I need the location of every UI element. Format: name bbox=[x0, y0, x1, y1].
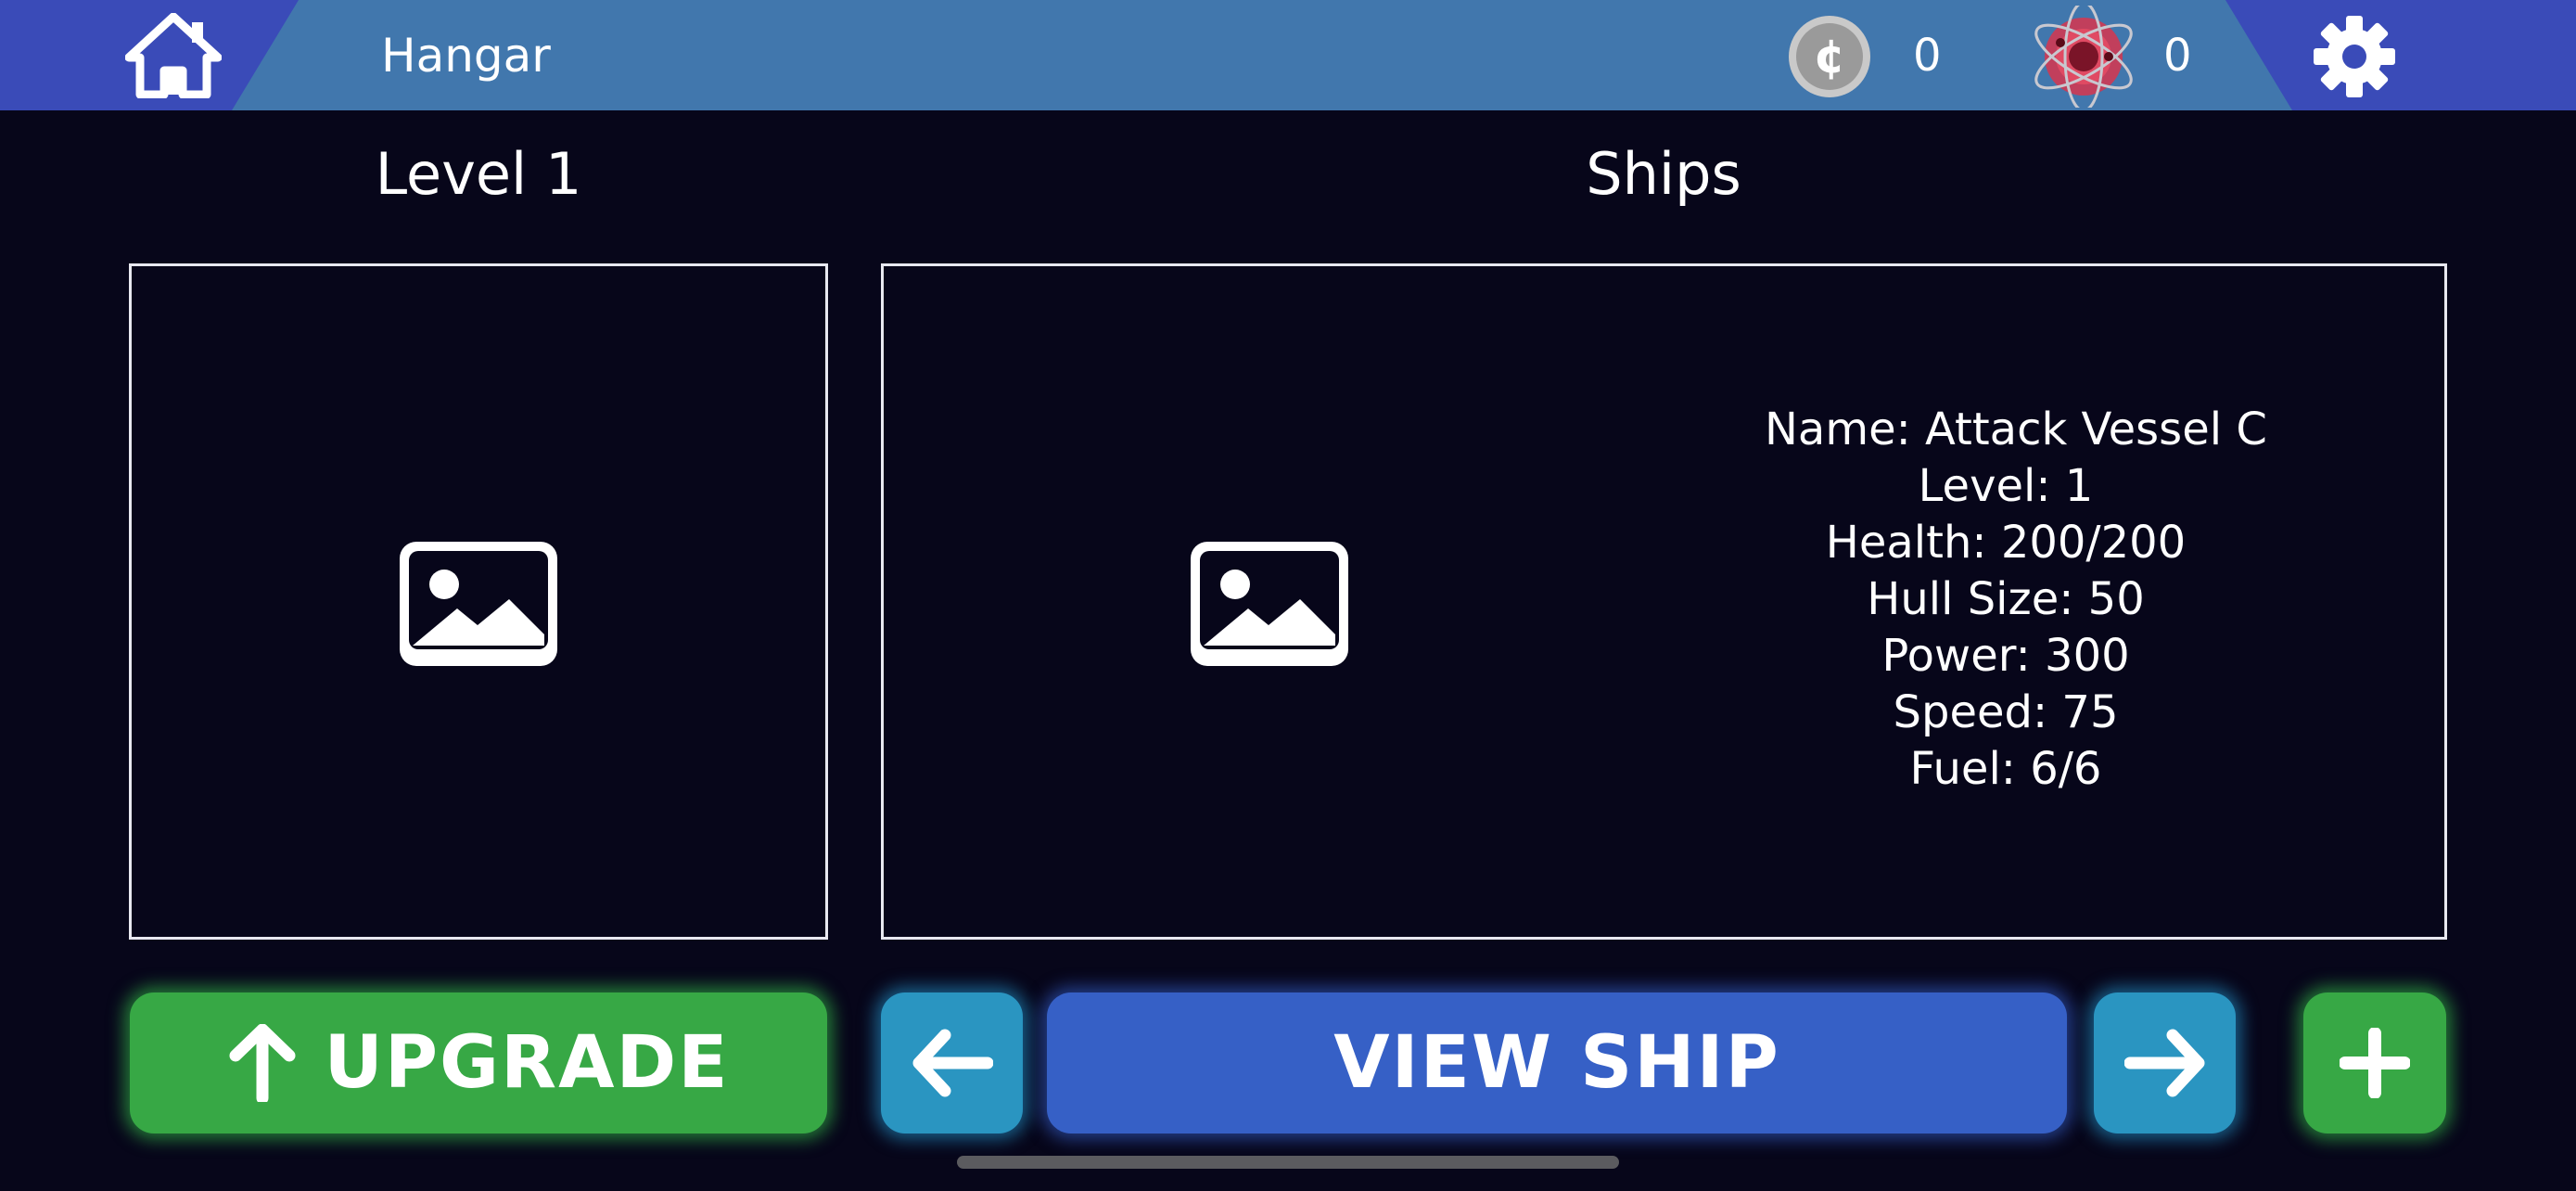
view-ship-button[interactable]: VIEW SHIP bbox=[1047, 992, 2067, 1133]
previous-ship-button[interactable] bbox=[881, 992, 1023, 1133]
upgrade-button[interactable]: UPGRADE bbox=[130, 992, 827, 1133]
arrow-up-icon bbox=[229, 1024, 295, 1102]
coin-count: 0 bbox=[1913, 30, 1942, 82]
page-title: Hangar bbox=[381, 29, 551, 83]
settings-button[interactable] bbox=[2313, 15, 2396, 98]
ship-health: Health: 200/200 bbox=[1825, 517, 2187, 569]
add-ship-button[interactable] bbox=[2303, 992, 2446, 1133]
top-bar: Hangar ¢ 0 0 bbox=[0, 0, 2576, 110]
home-icon bbox=[124, 12, 223, 99]
ships-heading: Ships bbox=[1586, 140, 1741, 208]
plus-icon bbox=[2340, 1028, 2410, 1098]
image-placeholder-icon bbox=[1191, 542, 1348, 666]
ships-panel: Name: Attack Vessel C Level: 1 Health: 2… bbox=[881, 263, 2447, 940]
ship-name: Name: Attack Vessel C bbox=[1765, 403, 2267, 455]
ship-speed: Speed: 75 bbox=[1893, 686, 2119, 738]
home-button[interactable] bbox=[124, 12, 223, 99]
ship-stats: Name: Attack Vessel C Level: 1 Health: 2… bbox=[1765, 402, 2267, 798]
ship-hull-size: Hull Size: 50 bbox=[1867, 573, 2145, 625]
view-ship-button-label: VIEW SHIP bbox=[1333, 1021, 1780, 1105]
ship-level: Level: 1 bbox=[1918, 460, 2094, 512]
ship-fuel: Fuel: 6/6 bbox=[1909, 743, 2102, 795]
gear-icon bbox=[2314, 16, 2395, 97]
next-ship-button[interactable] bbox=[2094, 992, 2236, 1133]
svg-text:¢: ¢ bbox=[1814, 30, 1846, 83]
home-indicator[interactable] bbox=[957, 1156, 1619, 1169]
level-panel bbox=[129, 263, 828, 940]
level-heading: Level 1 bbox=[375, 140, 582, 208]
ship-power: Power: 300 bbox=[1881, 630, 2130, 682]
arrow-left-icon bbox=[912, 1029, 993, 1097]
atom-count: 0 bbox=[2163, 30, 2192, 82]
atom-icon bbox=[2034, 6, 2133, 108]
image-placeholder-icon bbox=[400, 542, 557, 666]
upgrade-button-label: UPGRADE bbox=[324, 1021, 730, 1105]
coin-icon: ¢ bbox=[1789, 16, 1870, 97]
arrow-right-icon bbox=[2123, 1029, 2204, 1097]
